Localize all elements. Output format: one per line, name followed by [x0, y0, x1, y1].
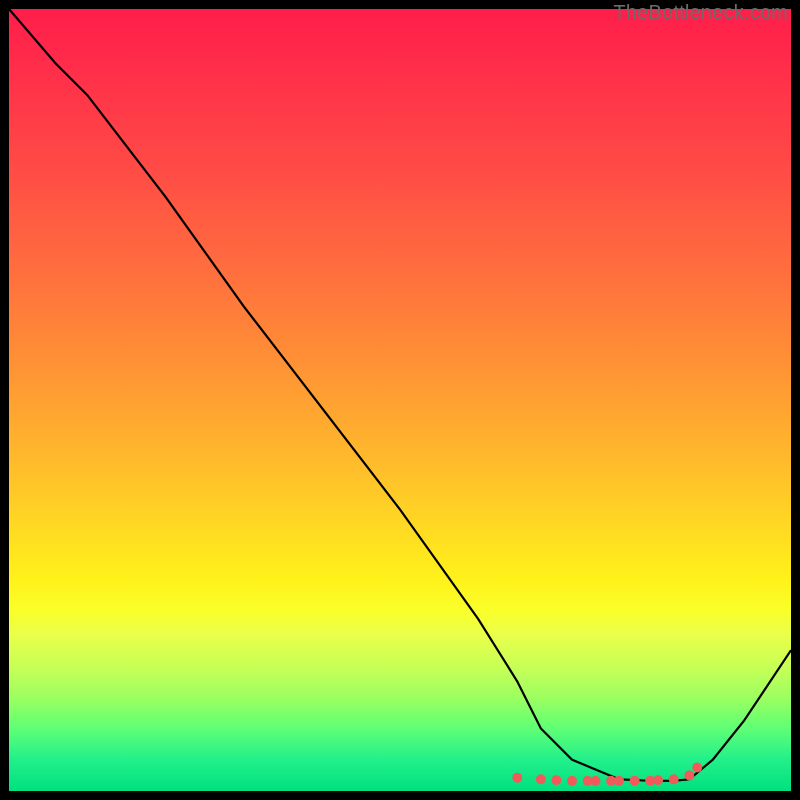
- curve-line: [9, 9, 791, 781]
- marker-dot: [653, 775, 663, 785]
- chart-svg: [9, 9, 791, 791]
- marker-dot: [692, 763, 702, 773]
- marker-dot: [512, 773, 522, 783]
- chart-frame: TheBottleneck.com: [0, 0, 800, 800]
- marker-dot: [630, 776, 640, 786]
- marker-dot: [614, 776, 624, 786]
- marker-dot: [536, 774, 546, 784]
- marker-dot: [551, 775, 561, 785]
- marker-dot: [669, 774, 679, 784]
- plot-area: [9, 9, 791, 791]
- marker-dot: [684, 770, 694, 780]
- marker-dot: [591, 776, 601, 786]
- marker-dot: [567, 776, 577, 786]
- watermark-text: TheBottleneck.com: [613, 2, 788, 25]
